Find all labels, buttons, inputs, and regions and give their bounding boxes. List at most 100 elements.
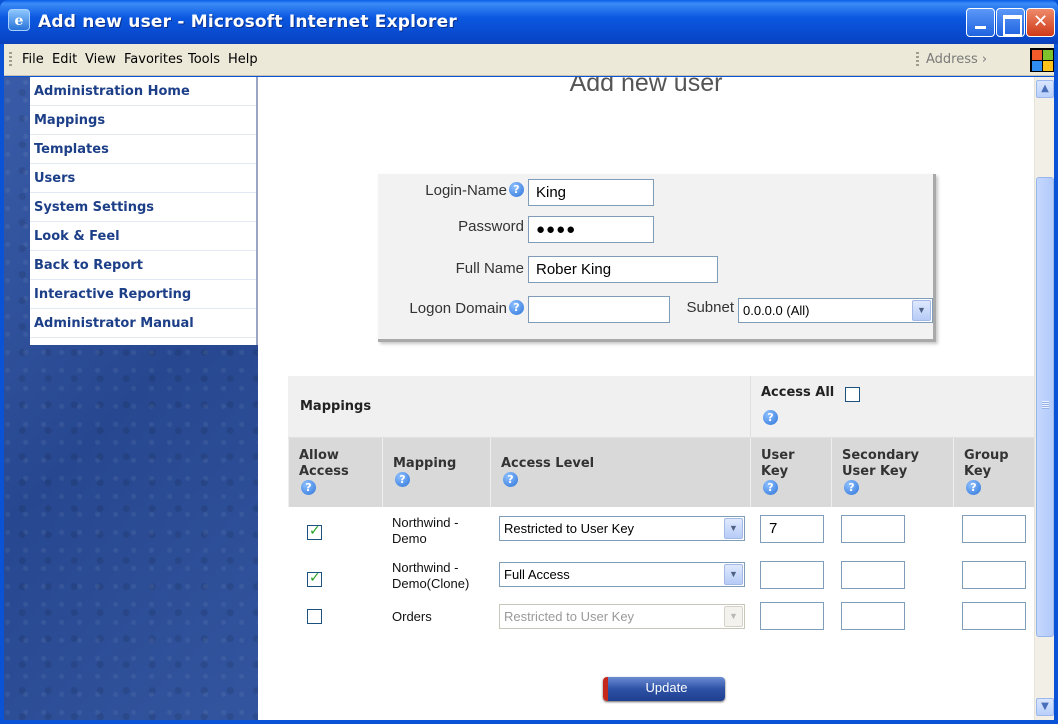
help-icon[interactable]: ? xyxy=(966,480,981,495)
scroll-down-button[interactable]: ▼ xyxy=(1036,698,1054,716)
maximize-button[interactable] xyxy=(996,8,1025,37)
mapping-header-text: Mapping xyxy=(393,456,457,471)
group-key-input[interactable] xyxy=(962,602,1026,630)
secondary-user-key-input[interactable] xyxy=(841,602,905,630)
menu-edit[interactable]: Edit xyxy=(52,52,77,67)
page-title: Add new user xyxy=(569,77,723,97)
access-all-checkbox[interactable] xyxy=(845,387,860,402)
group-key-input[interactable] xyxy=(962,561,1026,589)
menu-view[interactable]: View xyxy=(85,52,116,67)
allow-access-header-text: Allow Access xyxy=(299,448,349,479)
browser-window: e Add new user - Microsoft Internet Expl… xyxy=(0,0,1058,724)
access-level-select[interactable]: Full Access ▼ xyxy=(499,562,745,587)
allow-access-checkbox[interactable] xyxy=(307,570,322,587)
allow-access-checkbox[interactable] xyxy=(307,523,322,540)
address-grip[interactable] xyxy=(916,52,919,68)
subnet-value: 0.0.0.0 (All) xyxy=(743,303,810,318)
user-key-input[interactable] xyxy=(760,602,824,630)
help-icon[interactable]: ? xyxy=(395,472,410,487)
admin-nav: Administration Home Mappings Templates U… xyxy=(30,77,258,345)
mapping-name: Northwind - Demo xyxy=(392,515,459,546)
chevron-down-icon[interactable]: ▼ xyxy=(912,300,931,321)
nav-users[interactable]: Users xyxy=(30,164,256,193)
user-form: Login-Name? King Password ●●●● Full Name… xyxy=(378,174,936,342)
minimize-button[interactable] xyxy=(966,8,995,37)
chevron-down-icon[interactable]: ▼ xyxy=(724,518,743,539)
column-group-key: Group Key ? xyxy=(953,438,1034,507)
allow-access-checkbox[interactable] xyxy=(307,609,322,624)
user-key-header-text: User Key xyxy=(761,448,795,479)
subnet-label: Subnet xyxy=(686,299,734,316)
vertical-scrollbar[interactable]: ▲ ▼ xyxy=(1034,77,1054,720)
full-name-input[interactable]: Rober King xyxy=(528,256,718,283)
mapping-name: Northwind - Demo(Clone) xyxy=(392,560,470,591)
help-icon[interactable]: ? xyxy=(503,472,518,487)
help-icon[interactable]: ? xyxy=(509,182,524,197)
nav-look-and-feel[interactable]: Look & Feel xyxy=(30,222,256,251)
address-label[interactable]: Address › xyxy=(926,52,987,67)
column-mapping: Mapping ? xyxy=(382,438,490,507)
secondary-user-key-input[interactable] xyxy=(841,561,905,589)
sidebar: Administration Home Mappings Templates U… xyxy=(4,77,258,720)
chevron-down-icon[interactable]: ▼ xyxy=(724,564,743,585)
secondary-user-key-header-text: Secondary User Key xyxy=(842,448,920,479)
group-key-header-text: Group Key xyxy=(964,448,1009,479)
menu-tools[interactable]: Tools xyxy=(188,52,220,67)
subnet-select[interactable]: 0.0.0.0 (All) ▼ xyxy=(738,298,933,323)
help-icon[interactable]: ? xyxy=(509,300,524,315)
menu-file[interactable]: File xyxy=(22,52,44,67)
menu-help[interactable]: Help xyxy=(228,52,258,67)
toolbar-grip[interactable] xyxy=(9,52,12,68)
logon-domain-text: Logon Domain xyxy=(409,300,507,317)
login-name-label: Login-Name? xyxy=(378,182,524,199)
chevron-down-icon: ▼ xyxy=(724,606,743,627)
logon-domain-label: Logon Domain? xyxy=(378,300,524,317)
secondary-user-key-input[interactable] xyxy=(841,515,905,543)
full-name-label: Full Name xyxy=(455,260,524,277)
window-title: Add new user - Microsoft Internet Explor… xyxy=(38,12,457,32)
nav-interactive-reporting[interactable]: Interactive Reporting xyxy=(30,280,256,309)
nav-administration-home[interactable]: Administration Home xyxy=(30,77,256,106)
title-bar: e Add new user - Microsoft Internet Expl… xyxy=(0,0,1058,44)
access-level-header-text: Access Level xyxy=(501,456,595,471)
access-all-cell: Access All ? xyxy=(750,376,1034,438)
access-level-select[interactable]: Restricted to User Key ▼ xyxy=(499,516,745,541)
logon-domain-input[interactable] xyxy=(528,296,670,323)
ie-icon: e xyxy=(8,9,30,31)
help-icon[interactable]: ? xyxy=(844,480,859,495)
column-access-level: Access Level ? xyxy=(490,438,750,507)
mappings-title: Mappings xyxy=(300,399,372,414)
scroll-up-button[interactable]: ▲ xyxy=(1036,80,1054,98)
close-button[interactable] xyxy=(1026,8,1055,37)
nav-back-to-report[interactable]: Back to Report xyxy=(30,251,256,280)
access-level-select: Restricted to User Key ▼ xyxy=(499,604,745,629)
user-key-input[interactable] xyxy=(760,561,824,589)
scroll-thumb[interactable] xyxy=(1036,177,1054,637)
nav-templates[interactable]: Templates xyxy=(30,135,256,164)
column-secondary-user-key: Secondary User Key ? xyxy=(831,438,953,507)
column-allow-access: Allow Access ? xyxy=(288,438,382,507)
mappings-header: Mappings Access All ? xyxy=(288,376,1034,438)
group-key-input[interactable] xyxy=(962,515,1026,543)
help-icon[interactable]: ? xyxy=(763,480,778,495)
menu-bar: File Edit View Favorites Tools Help Addr… xyxy=(4,44,1054,76)
nav-system-settings[interactable]: System Settings xyxy=(30,193,256,222)
nav-mappings[interactable]: Mappings xyxy=(30,106,256,135)
help-icon[interactable]: ? xyxy=(763,410,778,425)
password-input[interactable]: ●●●● xyxy=(528,216,654,243)
access-level-value: Restricted to User Key xyxy=(504,609,635,624)
access-all-label: Access All xyxy=(761,385,835,400)
mapping-name: Orders xyxy=(392,609,432,624)
access-level-value: Restricted to User Key xyxy=(504,521,635,536)
login-name-text: Login-Name xyxy=(425,182,507,199)
password-label: Password xyxy=(458,218,524,235)
column-user-key: User Key ? xyxy=(750,438,831,507)
nav-administrator-manual[interactable]: Administrator Manual xyxy=(30,309,256,338)
update-button[interactable]: Update xyxy=(603,677,725,701)
main-area: Add new user Login-Name? King Password ●… xyxy=(258,77,1034,720)
login-name-input[interactable]: King xyxy=(528,179,654,206)
user-key-input[interactable]: 7 xyxy=(760,515,824,543)
help-icon[interactable]: ? xyxy=(301,480,316,495)
windows-logo-icon xyxy=(1030,48,1054,72)
menu-favorites[interactable]: Favorites xyxy=(124,52,183,67)
